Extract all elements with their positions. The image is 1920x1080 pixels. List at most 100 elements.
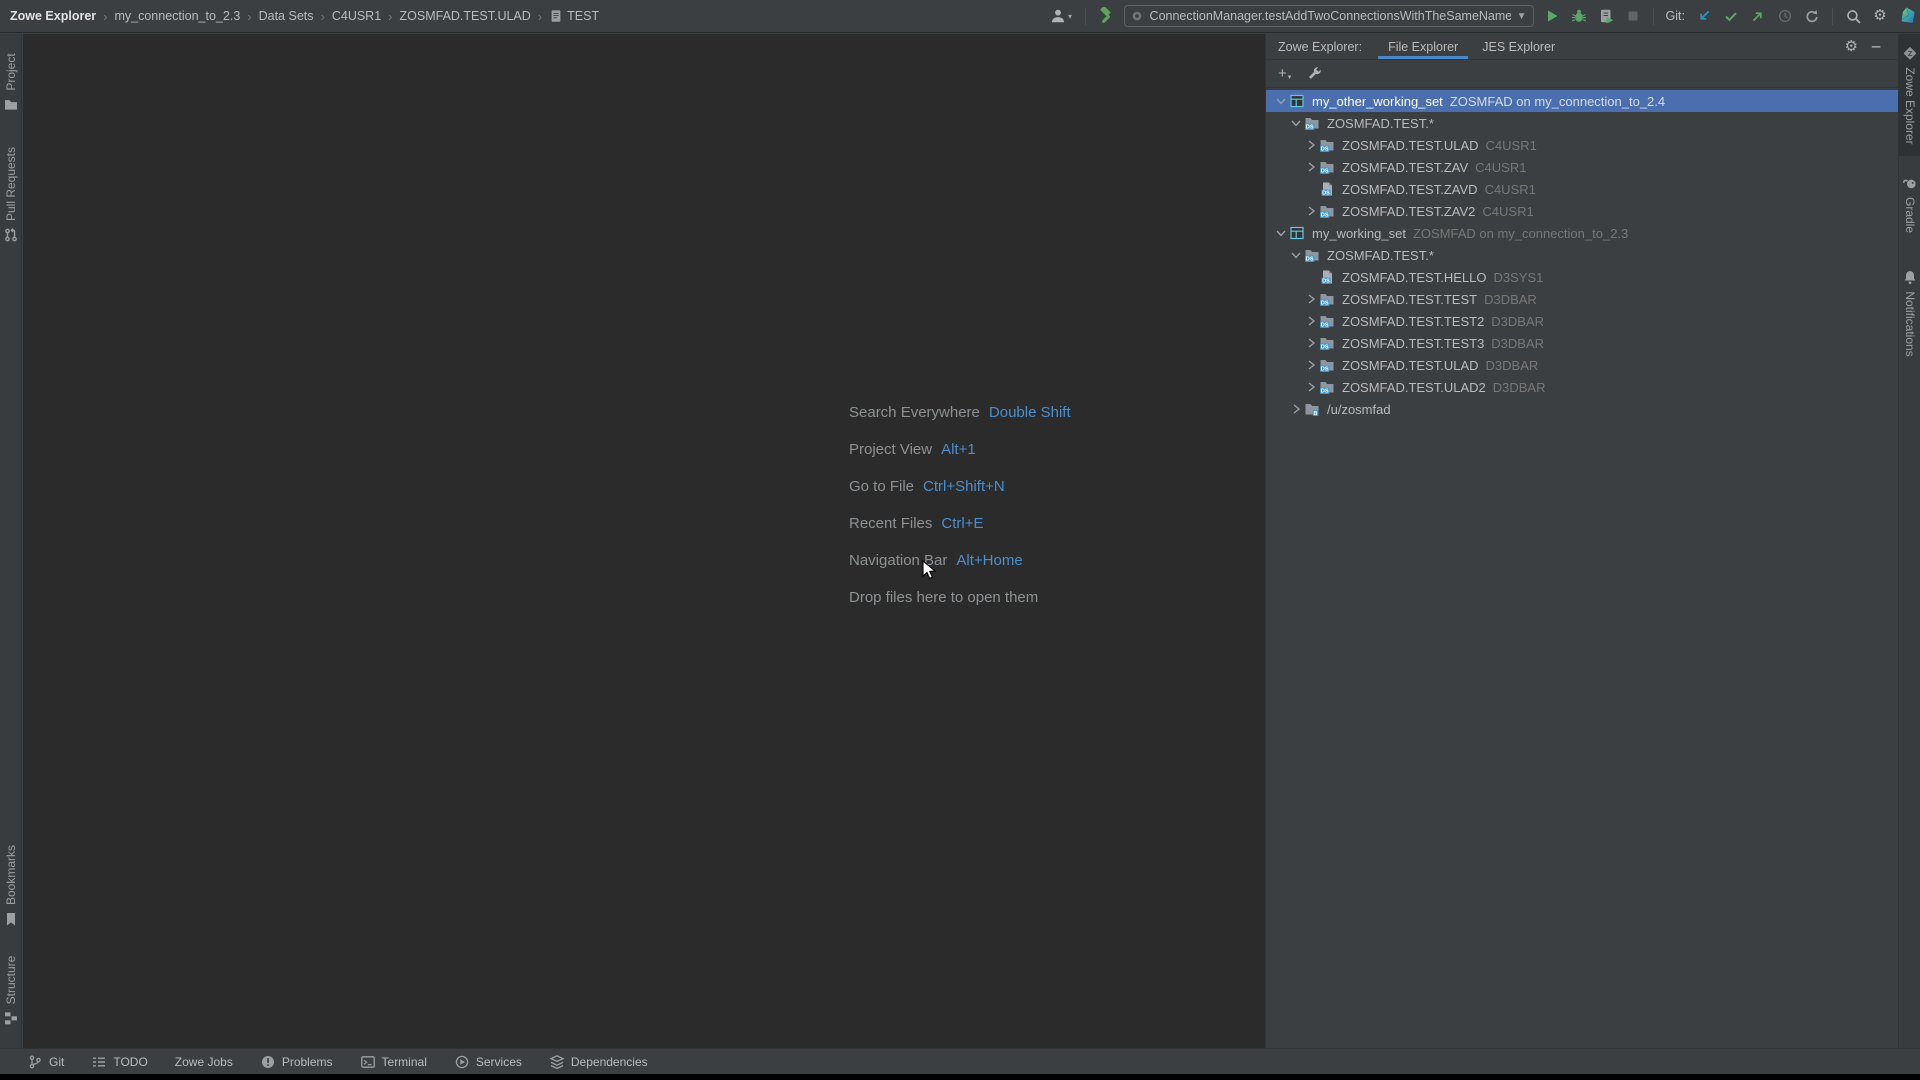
tree-row[interactable]: DSZOSMFAD.TEST.HELLOD3SYS1 xyxy=(1266,266,1898,288)
chevron-right-icon xyxy=(1303,203,1319,219)
update-project-button[interactable] xyxy=(1695,7,1713,25)
toolbar-separator xyxy=(1085,8,1086,25)
run-button[interactable] xyxy=(1543,7,1561,25)
panel-gear-button[interactable]: ⚙ xyxy=(1845,39,1858,55)
hide-panel-button[interactable] xyxy=(1870,40,1884,54)
settings-button[interactable]: ⚙ xyxy=(1871,7,1889,25)
tree-row[interactable]: DSZOSMFAD.TEST.ULADD3DBAR xyxy=(1266,354,1898,376)
debug-button[interactable] xyxy=(1570,7,1588,25)
chevron-right-icon[interactable] xyxy=(1303,137,1319,153)
chevron-right-icon[interactable] xyxy=(1288,401,1304,417)
toolwindow-button-zowe-jobs[interactable]: Zowe Jobs xyxy=(175,1055,233,1069)
rollback-button[interactable] xyxy=(1803,7,1821,25)
ds-file-icon: DS xyxy=(1319,269,1337,285)
tab-jes-explorer[interactable]: JES Explorer xyxy=(1470,34,1567,59)
chevron-right-icon xyxy=(1303,357,1319,373)
stripe-button-gradle[interactable]: Gradle xyxy=(1899,166,1920,242)
chevron-placeholder xyxy=(1303,181,1319,197)
breadcrumb-separator: › xyxy=(388,9,392,24)
tree-row[interactable]: DSZOSMFAD.TEST.ZAVDC4USR1 xyxy=(1266,178,1898,200)
chevron-right-icon[interactable] xyxy=(1303,159,1319,175)
tree-row[interactable]: my_other_working_setZOSMFAD on my_connec… xyxy=(1266,90,1898,112)
tree-row[interactable]: DSZOSMFAD.TEST.* xyxy=(1266,244,1898,266)
settings-wrench-button[interactable] xyxy=(1307,66,1323,82)
shortcut-hint: Go to FileCtrl+Shift+N xyxy=(849,478,1071,495)
editor-empty-area: Search EverywhereDouble ShiftProject Vie… xyxy=(23,34,1265,1048)
toolbar-actions: ▾ ConnectionManager.testAddTwoConnections… xyxy=(1048,0,1916,32)
breadcrumb-item[interactable]: Data Sets xyxy=(259,9,314,23)
toolwindow-button-git[interactable]: Git xyxy=(27,1054,64,1070)
toolwindow-button-terminal[interactable]: Terminal xyxy=(360,1054,427,1070)
chevron-right-icon[interactable] xyxy=(1303,379,1319,395)
svg-text:DS: DS xyxy=(1322,191,1330,197)
chevron-down-icon: ▼ xyxy=(1517,11,1527,22)
tree-row[interactable]: DSZOSMFAD.TEST.TEST3D3DBAR xyxy=(1266,332,1898,354)
chevron-right-icon[interactable] xyxy=(1303,357,1319,373)
tree-row[interactable]: DSZOSMFAD.TEST.ULADC4USR1 xyxy=(1266,134,1898,156)
chevron-right-icon[interactable] xyxy=(1303,203,1319,219)
panel-toolbar: +▾ xyxy=(1266,60,1898,88)
zowe-logo-button[interactable] xyxy=(1898,7,1916,25)
tree-row[interactable]: DSZOSMFAD.TEST.ZAVC4USR1 xyxy=(1266,156,1898,178)
stripe-button-structure[interactable]: Structure xyxy=(0,943,22,1038)
working-set-icon xyxy=(1289,225,1307,241)
stripe-button-pull-requests[interactable]: Pull Requests xyxy=(0,134,22,256)
add-working-set-button[interactable]: +▾ xyxy=(1278,63,1291,85)
breadcrumb-item[interactable]: my_connection_to_2.3 xyxy=(114,9,240,23)
tree-row[interactable]: B/u/zosmfad xyxy=(1266,398,1898,420)
window-bottom-edge xyxy=(0,1074,1920,1080)
tree-row[interactable]: DSZOSMFAD.TEST.ULAD2D3DBAR xyxy=(1266,376,1898,398)
user-dropdown-button[interactable]: ▾ xyxy=(1048,7,1074,25)
breadcrumb-root[interactable]: Zowe Explorer xyxy=(10,9,96,23)
push-button[interactable] xyxy=(1749,7,1767,25)
chevron-down-icon[interactable] xyxy=(1273,93,1289,109)
tree-row[interactable]: DSZOSMFAD.TEST.ZAV2C4USR1 xyxy=(1266,200,1898,222)
build-button[interactable] xyxy=(1097,7,1115,25)
chevron-down-icon[interactable] xyxy=(1288,115,1304,131)
stripe-button-zowe-explorer[interactable]: ZZowe Explorer xyxy=(1899,34,1920,156)
git-label: Git: xyxy=(1666,9,1685,23)
stripe-button-project[interactable]: Project xyxy=(0,42,22,124)
tree-row[interactable]: my_working_setZOSMFAD on my_connection_t… xyxy=(1266,222,1898,244)
tree-node-suffix: C4USR1 xyxy=(1486,138,1537,153)
chevron-right-icon[interactable] xyxy=(1303,291,1319,307)
breadcrumb-item[interactable]: TEST xyxy=(549,9,599,23)
tree-row[interactable]: DSZOSMFAD.TEST.TESTD3DBAR xyxy=(1266,288,1898,310)
toolwindow-button-problems[interactable]: Problems xyxy=(260,1054,333,1070)
run-configuration-select[interactable]: ConnectionManager.testAddTwoConnectionsW… xyxy=(1124,5,1534,27)
toolbar-separator xyxy=(1832,8,1833,25)
breadcrumb-item[interactable]: ZOSMFAD.TEST.ULAD xyxy=(400,9,531,23)
toolwindow-button-label: Dependencies xyxy=(571,1055,648,1069)
chevron-right-icon[interactable] xyxy=(1303,313,1319,329)
stripe-label-group: Pull Requests xyxy=(3,147,19,243)
toolwindow-button-todo[interactable]: TODO xyxy=(91,1054,147,1070)
toolbar-separator xyxy=(1653,8,1654,25)
shortcut-keystroke: Alt+Home xyxy=(956,552,1022,569)
tree-node-suffix: ZOSMFAD on my_connection_to_2.3 xyxy=(1413,226,1628,241)
chevron-down-icon[interactable] xyxy=(1273,225,1289,241)
tree-row[interactable]: DSZOSMFAD.TEST.TEST2D3DBAR xyxy=(1266,310,1898,332)
toolwindow-button-dependencies[interactable]: Dependencies xyxy=(549,1054,648,1070)
stripe-button-bookmarks[interactable]: Bookmarks xyxy=(0,838,22,933)
chevron-right-icon[interactable] xyxy=(1303,335,1319,351)
toolwindow-button-services[interactable]: Services xyxy=(454,1054,522,1070)
tree-node-suffix: D3DBAR xyxy=(1484,292,1537,307)
coverage-button[interactable] xyxy=(1597,7,1615,25)
search-everywhere-button[interactable] xyxy=(1844,7,1862,25)
notifications-icon xyxy=(1902,269,1918,285)
stripe-button-notifications[interactable]: Notifications xyxy=(1899,252,1920,374)
commit-button[interactable] xyxy=(1722,7,1740,25)
breadcrumb-separator: › xyxy=(321,9,325,24)
chevron-down-icon xyxy=(1288,115,1304,131)
breadcrumb-item[interactable]: C4USR1 xyxy=(332,9,381,23)
project-icon xyxy=(3,97,19,113)
history-button xyxy=(1776,7,1794,25)
chevron-right-icon xyxy=(1303,137,1319,153)
tab-file-explorer[interactable]: File Explorer xyxy=(1376,34,1470,59)
tree-row[interactable]: DSZOSMFAD.TEST.* xyxy=(1266,112,1898,134)
svg-text:DS: DS xyxy=(1306,125,1314,131)
svg-text:DS: DS xyxy=(1321,389,1329,395)
todo-icon xyxy=(91,1054,107,1070)
breadcrumb-label: my_connection_to_2.3 xyxy=(114,9,240,23)
chevron-down-icon[interactable] xyxy=(1288,247,1304,263)
